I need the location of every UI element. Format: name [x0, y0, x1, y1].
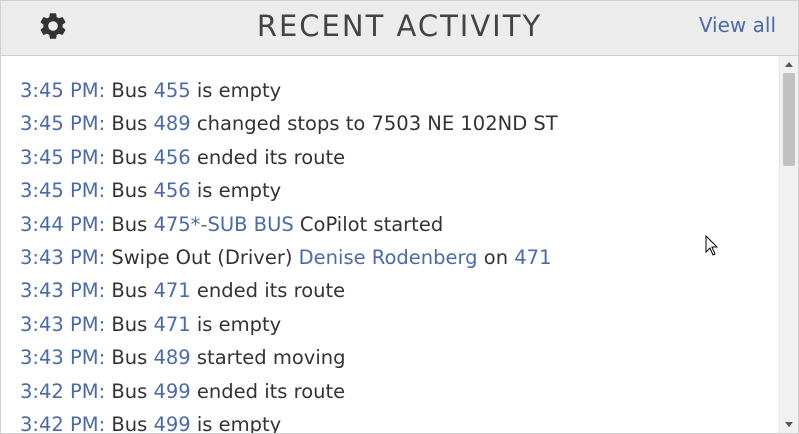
activity-time[interactable]: 3:45 PM:: [20, 146, 105, 169]
mouse-cursor-icon: [705, 235, 719, 256]
activity-time[interactable]: 3:43 PM:: [20, 313, 105, 336]
activity-entity-link[interactable]: 471: [153, 279, 190, 302]
page-title: RECENT ACTIVITY: [256, 9, 543, 43]
activity-time[interactable]: 3:42 PM:: [20, 413, 105, 433]
activity-feed: 3:45 PM: Bus 455 is empty 3:45 PM: Bus 48…: [1, 56, 780, 433]
activity-time[interactable]: 3:44 PM:: [20, 213, 105, 236]
activity-text: Bus: [105, 112, 154, 136]
activity-row: 3:44 PM: Bus 475*-SUB BUS CoPilot starte…: [20, 213, 443, 243]
activity-row: 3:43 PM: Bus 471 is empty: [20, 313, 281, 343]
activity-text: started moving: [190, 346, 346, 370]
activity-row: 3:43 PM: Swipe Out (Driver) Denise Roden…: [20, 246, 552, 276]
activity-time[interactable]: 3:43 PM:: [20, 279, 105, 302]
activity-entity-link[interactable]: 456: [153, 146, 190, 169]
activity-time[interactable]: 3:43 PM:: [20, 246, 105, 269]
activity-text: CoPilot started: [293, 212, 444, 236]
activity-time[interactable]: 3:45 PM:: [20, 179, 105, 202]
activity-entity-link[interactable]: 456: [153, 179, 190, 202]
activity-text: Bus: [105, 413, 154, 433]
activity-text: Bus: [105, 79, 154, 102]
view-all-link[interactable]: View all: [699, 13, 776, 37]
activity-entity-link[interactable]: 475*-SUB BUS: [153, 213, 293, 236]
activity-time[interactable]: 3:45 PM:: [20, 112, 105, 135]
activity-entity-link[interactable]: 455: [153, 79, 190, 102]
activity-row: 3:45 PM: Bus 456 ended its route: [20, 146, 345, 176]
activity-row: 3:42 PM: Bus 499 ended its route: [20, 380, 345, 410]
scrollbar-thumb[interactable]: [783, 73, 795, 166]
activity-row: 3:43 PM: Bus 471 ended its route: [20, 279, 345, 309]
activity-text: Bus: [105, 179, 154, 203]
activity-time[interactable]: 3:45 PM:: [20, 79, 105, 102]
activity-text: Bus: [105, 346, 154, 370]
scroll-up-icon[interactable]: [785, 62, 793, 67]
activity-row: 3:43 PM: Bus 489 started moving: [20, 346, 346, 376]
activity-text: Bus: [105, 312, 154, 336]
activity-row: 3:45 PM: Bus 456 is empty: [20, 179, 281, 209]
activity-text: changed stops to 7503 NE 102ND ST: [190, 112, 558, 136]
activity-row: 3:45 PM: Bus 489 changed stops to 7503 N…: [20, 112, 558, 142]
activity-text: is empty: [190, 79, 282, 102]
activity-row: 3:42 PM: Bus 499 is empty: [20, 413, 281, 433]
activity-entity-link[interactable]: 471: [514, 246, 551, 269]
activity-entity-link[interactable]: Denise Rodenberg: [299, 246, 478, 269]
activity-time[interactable]: 3:43 PM:: [20, 346, 105, 369]
activity-entity-link[interactable]: 471: [153, 313, 190, 336]
activity-text: Bus: [105, 212, 154, 236]
activity-entity-link[interactable]: 489: [153, 112, 190, 135]
scroll-down-icon[interactable]: [785, 422, 793, 427]
activity-entity-link[interactable]: 499: [153, 380, 190, 403]
activity-time[interactable]: 3:42 PM:: [20, 380, 105, 403]
activity-text: ended its route: [190, 279, 346, 303]
activity-text: Bus: [105, 145, 154, 169]
panel-header: RECENT ACTIVITY View all: [1, 1, 798, 56]
activity-text: Bus: [105, 379, 154, 403]
activity-text: is empty: [190, 312, 282, 336]
activity-text: is empty: [190, 413, 282, 433]
activity-text: ended its route: [190, 145, 346, 169]
activity-entity-link[interactable]: 499: [153, 413, 190, 433]
activity-text: ended its route: [190, 379, 346, 403]
recent-activity-panel: RECENT ACTIVITY View all 3:45 PM: Bus 45…: [0, 0, 799, 434]
activity-text: is empty: [190, 179, 282, 203]
activity-text: on: [477, 246, 515, 269]
activity-entity-link[interactable]: 489: [153, 346, 190, 369]
vertical-scrollbar[interactable]: [779, 56, 798, 433]
activity-row: 3:45 PM: Bus 455 is empty: [20, 79, 281, 109]
activity-text: Bus: [105, 279, 154, 303]
activity-text: Swipe Out (Driver): [105, 246, 299, 269]
